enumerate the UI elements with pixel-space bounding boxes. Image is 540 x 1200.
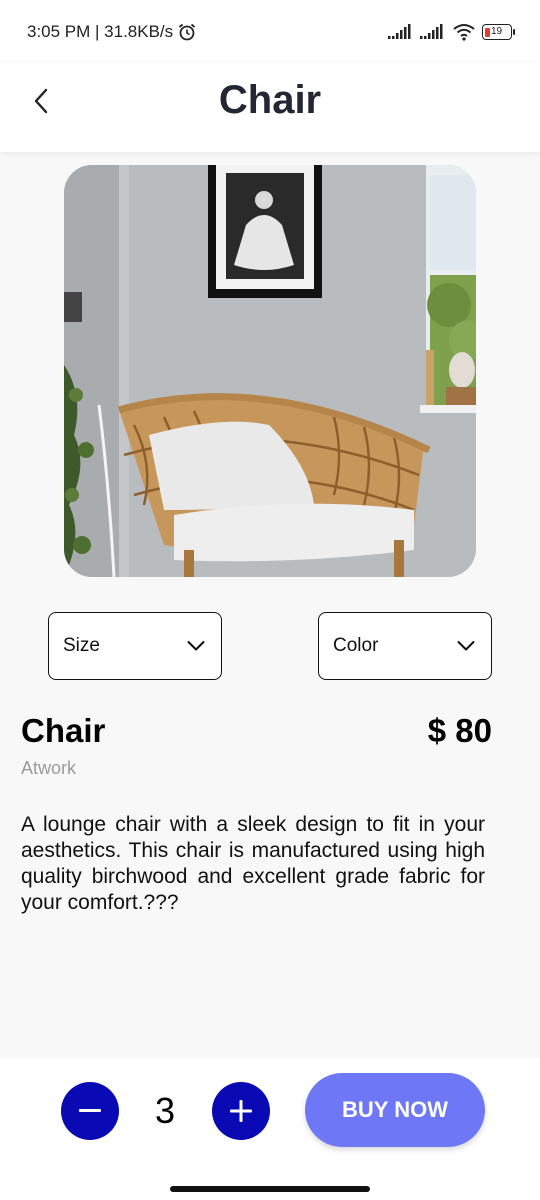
quantity-value: 3 xyxy=(154,1090,176,1131)
bottom-action-bar: 3 BUY NOW xyxy=(0,1058,540,1200)
decrease-quantity-button[interactable] xyxy=(61,1082,119,1140)
product-price: $ 80 xyxy=(427,712,492,749)
increase-quantity-button[interactable] xyxy=(212,1082,270,1140)
product-brand: Atwork xyxy=(21,758,77,778)
chevron-down-icon xyxy=(457,641,475,651)
app-header: Chair xyxy=(0,62,540,152)
status-right: 19 xyxy=(388,22,515,42)
status-time-speed: 3:05 PM | 31.8KB/s xyxy=(27,22,174,41)
size-dropdown[interactable]: Size xyxy=(48,612,222,680)
plus-icon xyxy=(230,1100,252,1122)
alarm-icon xyxy=(179,23,196,41)
status-left: 3:05 PM | 31.8KB/s xyxy=(27,22,197,42)
minus-icon xyxy=(79,1109,101,1112)
signal-icon-2 xyxy=(420,24,443,39)
color-dropdown-label: Color xyxy=(333,635,379,656)
home-indicator[interactable] xyxy=(170,1186,370,1192)
product-image xyxy=(64,165,476,577)
product-name: Chair xyxy=(21,712,106,749)
buy-now-button[interactable]: BUY NOW xyxy=(305,1073,485,1147)
product-description: A lounge chair with a sleek design to fi… xyxy=(21,813,485,914)
signal-icon xyxy=(388,24,411,39)
page-title: Chair xyxy=(218,78,322,122)
color-dropdown[interactable]: Color xyxy=(318,612,492,680)
battery-level: 19 xyxy=(491,26,503,37)
status-bar: 3:05 PM | 31.8KB/s 19 xyxy=(0,0,540,62)
chevron-down-icon xyxy=(187,641,205,651)
product-detail-screen: 3:05 PM | 31.8KB/s 19 Chair Size Color C… xyxy=(0,0,540,1200)
size-dropdown-label: Size xyxy=(63,635,100,656)
battery-icon: 19 xyxy=(482,24,515,40)
wifi-icon xyxy=(453,24,475,41)
